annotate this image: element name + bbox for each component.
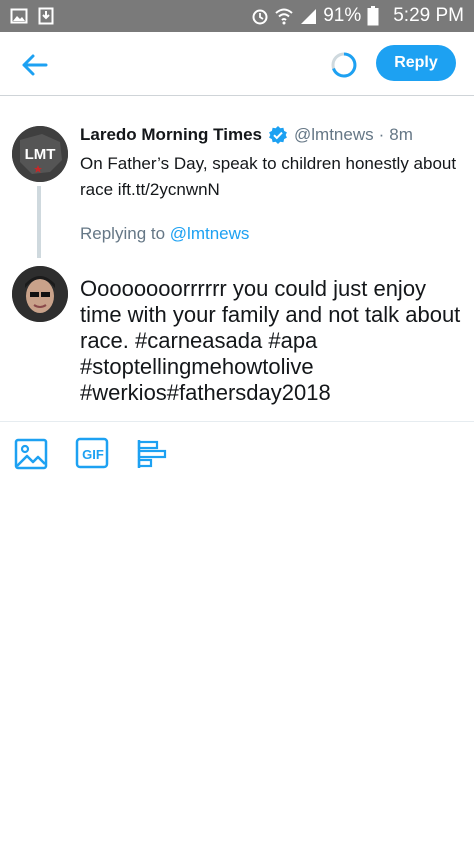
thread-connector (37, 186, 41, 258)
avatar[interactable]: LMT (12, 126, 68, 182)
tweet-text: On Father’s Day, speak to children hones… (80, 154, 457, 199)
gallery-icon (10, 7, 28, 25)
display-name[interactable]: Laredo Morning Times (80, 125, 262, 145)
wifi-icon (275, 7, 293, 25)
add-gif-button[interactable]: GIF (75, 436, 111, 472)
replying-to-prefix: Replying to (80, 224, 170, 243)
add-poll-button[interactable] (134, 436, 170, 472)
status-bar: 91% 5:29 PM (0, 0, 474, 32)
replying-to-handle[interactable]: @lmtnews (170, 224, 250, 243)
signal-icon (299, 7, 317, 25)
replying-to: Replying to @lmtnews (80, 224, 249, 244)
download-icon (38, 7, 54, 25)
user-handle[interactable]: @lmtnews (294, 125, 374, 145)
user-avatar (12, 266, 68, 322)
back-button[interactable] (18, 48, 52, 82)
alarm-icon (251, 7, 269, 25)
tweet-header: Laredo Morning Times @lmtnews · 8m (80, 125, 413, 145)
reply-compose-field[interactable]: Oooooooorrrrrr you could just enjoy time… (80, 276, 465, 406)
avatar-logo-text: LMT (25, 146, 56, 163)
separator-dot: · (378, 125, 385, 144)
gif-label: GIF (82, 446, 104, 462)
compose-header: Reply (0, 32, 474, 96)
toolbar-divider (0, 421, 474, 422)
compose-toolbar: GIF (0, 434, 474, 474)
back-arrow-icon (22, 54, 48, 76)
verified-badge-icon (268, 125, 288, 145)
battery-icon (367, 6, 379, 26)
poll-icon (137, 440, 167, 468)
tweet-time: 8m (389, 125, 413, 144)
status-time: 5:29 PM (393, 5, 464, 26)
add-image-button[interactable] (13, 436, 49, 472)
character-count-ring (330, 51, 358, 79)
image-icon (14, 438, 48, 470)
battery-percent: 91% (323, 5, 362, 26)
reply-button[interactable]: Reply (376, 45, 456, 81)
